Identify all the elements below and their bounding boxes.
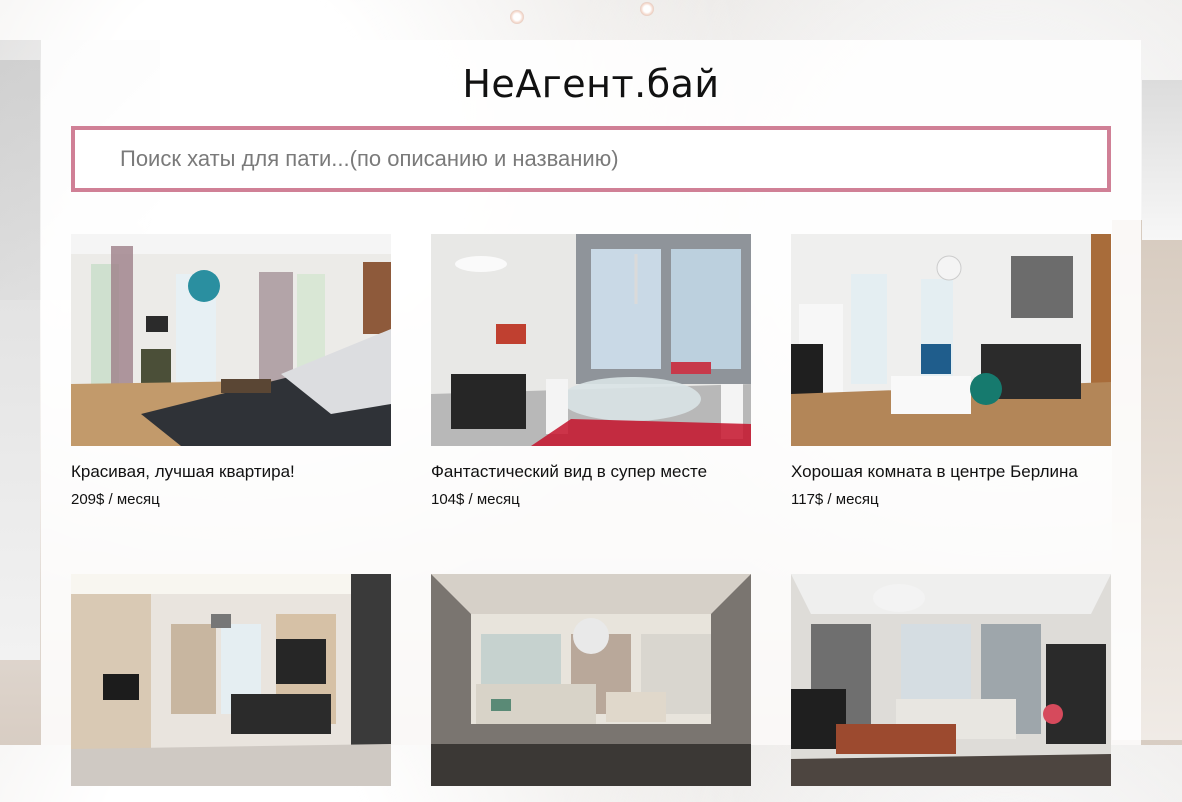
main-panel: НеАгент.бай Красив (41, 40, 1141, 786)
background-ceiling-lamp (640, 2, 654, 16)
listing-card[interactable]: Хорошая комната в центре Берлина 117$ / … (791, 234, 1111, 508)
background-wall-left (0, 60, 40, 660)
search-input[interactable] (118, 145, 1107, 173)
listing-price: 117$ / месяц (791, 491, 879, 508)
listing-price: 104$ / месяц (431, 491, 520, 508)
listing-card[interactable] (71, 574, 391, 802)
listing-photo[interactable] (431, 234, 751, 446)
listing-name[interactable]: Красивая, лучшая квартира! (71, 462, 391, 482)
site-title[interactable]: НеАгент.бай (41, 62, 1141, 106)
listing-card[interactable] (791, 574, 1111, 802)
listing-card[interactable] (431, 574, 751, 802)
listing-photo[interactable] (791, 574, 1111, 786)
listing-card[interactable]: Красивая, лучшая квартира! 209$ / месяц (71, 234, 391, 508)
listing-card[interactable]: Фантастический вид в супер месте 104$ / … (431, 234, 751, 508)
listing-photo[interactable] (791, 234, 1111, 446)
listing-name[interactable]: Фантастический вид в супер месте (431, 462, 751, 482)
background-ceiling-lamp (510, 10, 524, 24)
background-window-right (1142, 80, 1182, 240)
listing-name[interactable]: Хорошая комната в центре Берлина (791, 462, 1111, 482)
listing-price: 209$ / месяц (71, 491, 160, 508)
listing-photo[interactable] (71, 234, 391, 446)
listing-photo[interactable] (431, 574, 751, 786)
listing-photo[interactable] (71, 574, 391, 786)
search-box[interactable] (71, 126, 1111, 192)
